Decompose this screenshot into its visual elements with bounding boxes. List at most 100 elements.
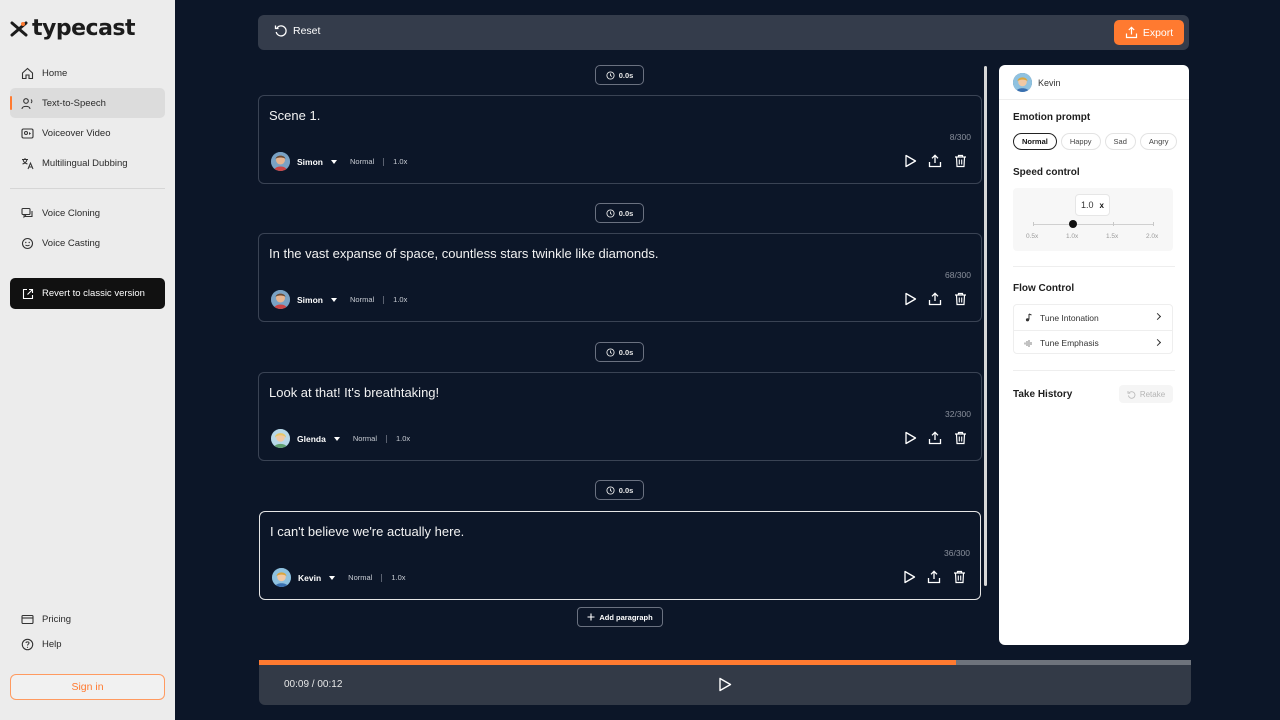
nav-item-home[interactable]: Home <box>10 58 165 88</box>
nav-label: Voice Casting <box>42 237 101 249</box>
voice-name: Simon <box>297 294 323 305</box>
audio-player: 00:09 / 00:12 <box>259 665 1191 705</box>
scrollbar[interactable] <box>984 66 987 586</box>
meta-divider <box>381 573 383 582</box>
scene-text[interactable]: In the vast expanse of space, countless … <box>269 246 658 261</box>
flow-item-label: Tune Intonation <box>1040 312 1099 323</box>
reset-icon <box>274 25 287 37</box>
scene-text[interactable]: Look at that! It's breathtaking! <box>269 385 439 400</box>
scene-text[interactable]: Scene 1. <box>269 108 320 123</box>
emotion-chip-normal[interactable]: Normal <box>1013 133 1057 150</box>
timer-icon <box>606 485 615 495</box>
speed-value-input[interactable]: 1.0 x <box>1075 194 1110 216</box>
emotion-chips: Normal Happy Sad Angry <box>1013 133 1178 150</box>
emotion-chip-happy[interactable]: Happy <box>1060 133 1101 150</box>
pause-duration-chip[interactable]: 0.0s <box>595 342 644 362</box>
pause-duration-chip[interactable]: 0.0s <box>595 65 644 85</box>
speed-label: 1.0x <box>393 157 408 166</box>
voice-selector[interactable]: Glenda Normal 1.0x <box>271 429 410 448</box>
speed-slider-track[interactable] <box>1033 224 1153 225</box>
scene-actions <box>902 570 966 584</box>
char-count: 68/300 <box>945 270 971 280</box>
nav-item-help[interactable]: Help <box>10 632 165 657</box>
play-icon[interactable] <box>718 677 732 697</box>
upload-icon[interactable] <box>928 431 942 445</box>
sign-in-button[interactable]: Sign in <box>10 674 165 700</box>
chevron-down-icon <box>330 297 337 302</box>
retake-button[interactable]: Retake <box>1119 385 1173 403</box>
nav-item-voiceover-video[interactable]: Voiceover Video <box>10 118 165 148</box>
voice-selector[interactable]: Kevin Normal 1.0x <box>272 568 406 587</box>
upload-icon[interactable] <box>928 292 942 306</box>
trash-icon[interactable] <box>953 431 967 445</box>
voice-name: Simon <box>297 156 323 167</box>
emotion-chip-sad[interactable]: Sad <box>1104 133 1136 150</box>
nav-label: Voiceover Video <box>42 127 111 139</box>
export-button[interactable]: Export <box>1114 20 1184 45</box>
scene-card[interactable]: Scene 1. 8/300 Simon Normal 1.0x <box>258 95 982 184</box>
speed-control: 1.0 x 0.5x 1.0x 1.5x 2.0x <box>1013 188 1173 251</box>
add-paragraph-button[interactable]: Add paragraph <box>577 607 663 627</box>
play-icon[interactable] <box>902 570 916 584</box>
play-icon[interactable] <box>903 154 917 168</box>
chevron-down-icon <box>333 436 340 441</box>
panel-voice-name: Kevin <box>1038 77 1061 88</box>
voice-name: Glenda <box>297 433 326 444</box>
meta-divider <box>383 157 385 166</box>
play-icon[interactable] <box>903 292 917 306</box>
emotion-label: Normal <box>349 295 375 304</box>
section-divider <box>1013 370 1175 371</box>
upload-icon[interactable] <box>927 570 941 584</box>
voice-selector[interactable]: Simon Normal 1.0x <box>271 152 407 171</box>
nav-label: Help <box>42 639 62 650</box>
flow-control-list: Tune Intonation Tune Emphasis <box>1013 304 1173 354</box>
scene-text[interactable]: I can't believe we're actually here. <box>270 524 464 539</box>
trash-icon[interactable] <box>953 292 967 306</box>
pause-label: 0.0s <box>618 347 634 357</box>
tune-intonation-item[interactable]: Tune Intonation <box>1014 305 1172 330</box>
nav-label: Pricing <box>42 614 72 625</box>
revert-classic-button[interactable]: Revert to classic version <box>10 278 165 309</box>
sidebar: typecast Home Text-to-Speech Voiceover V… <box>0 0 175 720</box>
nav-item-multilingual-dubbing[interactable]: Multilingual Dubbing <box>10 148 165 178</box>
chevron-right-icon <box>1153 338 1162 347</box>
pause-duration-chip[interactable]: 0.0s <box>595 480 644 500</box>
external-link-icon <box>21 287 34 300</box>
trash-icon[interactable] <box>953 154 967 168</box>
video-icon <box>21 127 34 140</box>
upload-icon[interactable] <box>928 154 942 168</box>
secondary-nav: Voice Cloning Voice Casting <box>10 198 165 258</box>
char-count: 8/300 <box>949 132 971 142</box>
scene-card-selected[interactable]: I can't believe we're actually here. 36/… <box>259 511 981 600</box>
flow-control-title: Flow Control <box>1013 283 1075 294</box>
timer-icon <box>606 347 615 357</box>
scene-card[interactable]: Look at that! It's breathtaking! 32/300 … <box>258 372 982 461</box>
voice-selector[interactable]: Simon Normal 1.0x <box>271 290 407 309</box>
emotion-chip-angry[interactable]: Angry <box>1139 133 1178 150</box>
face-icon <box>21 237 34 250</box>
nav-item-pricing[interactable]: Pricing <box>10 607 165 632</box>
speed-slider-knob[interactable] <box>1068 220 1077 228</box>
nav-item-voice-cloning[interactable]: Voice Cloning <box>10 198 165 228</box>
brand-logo[interactable]: typecast <box>10 16 136 41</box>
timer-icon <box>606 208 615 218</box>
emotion-label: Normal <box>352 434 377 443</box>
panel-voice-header: Kevin <box>1013 73 1061 92</box>
scene-actions <box>903 431 967 445</box>
nav-item-text-to-speech[interactable]: Text-to-Speech <box>10 88 165 118</box>
chevron-down-icon <box>330 159 337 164</box>
speed-unit: x <box>1099 200 1104 210</box>
nav-label: Multilingual Dubbing <box>42 157 128 169</box>
retake-icon <box>1127 390 1136 399</box>
nav-item-voice-casting[interactable]: Voice Casting <box>10 228 165 258</box>
speed-mark: 2.0x <box>1146 233 1159 240</box>
scene-card[interactable]: In the vast expanse of space, countless … <box>258 233 982 322</box>
panel-divider <box>999 99 1189 100</box>
trash-icon[interactable] <box>952 570 966 584</box>
reset-button[interactable]: Reset <box>274 24 320 38</box>
pause-duration-chip[interactable]: 0.0s <box>595 203 644 223</box>
card-icon <box>21 613 34 626</box>
tune-emphasis-item[interactable]: Tune Emphasis <box>1014 330 1172 355</box>
main-nav: Home Text-to-Speech Voiceover Video Mult… <box>10 58 165 178</box>
play-icon[interactable] <box>903 431 917 445</box>
